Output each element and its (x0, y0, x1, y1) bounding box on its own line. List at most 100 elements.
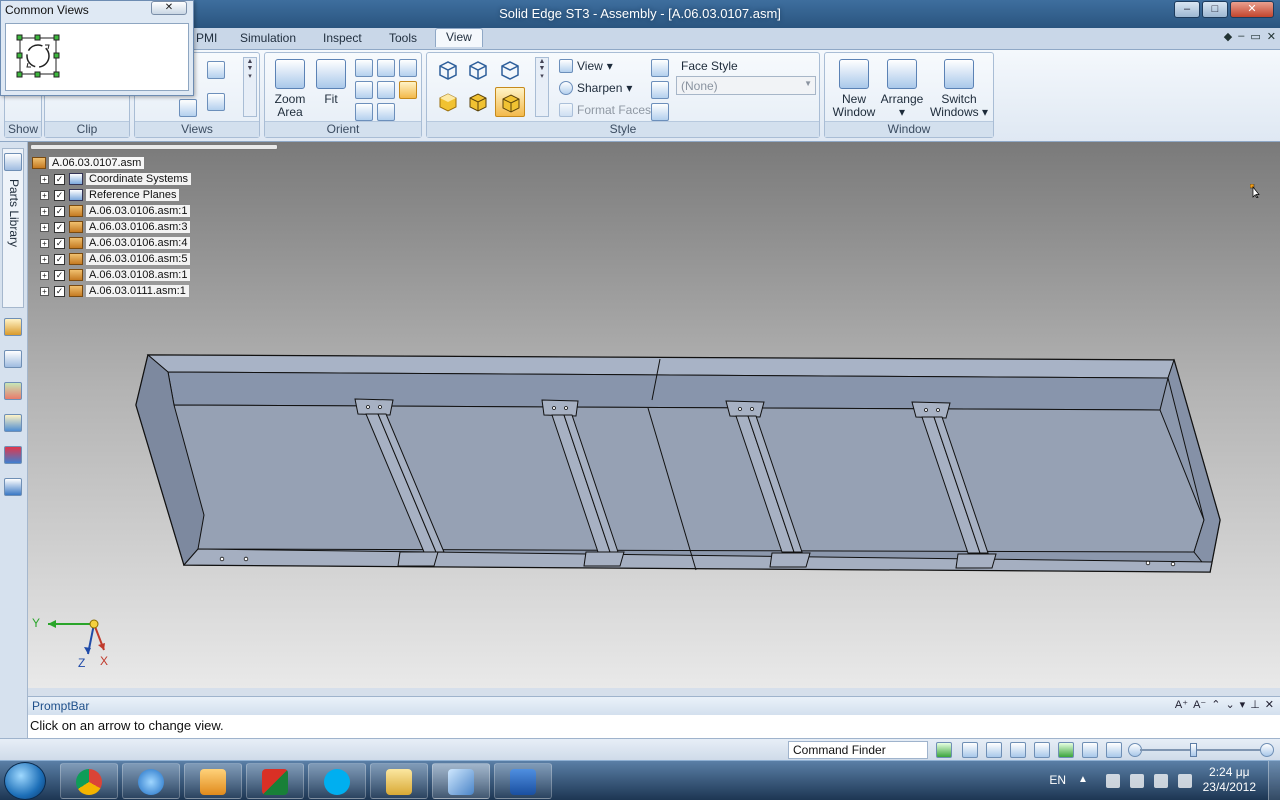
start-button[interactable] (4, 762, 46, 800)
maximize-button[interactable]: □ (1202, 1, 1228, 18)
style-group-label: Style (427, 121, 819, 137)
collapse-icon[interactable]: ⌃ (1211, 698, 1220, 711)
switch-windows-icon (944, 59, 974, 89)
fit-status-icon[interactable] (1010, 742, 1026, 758)
command-finder-input[interactable]: Command Finder (788, 741, 928, 759)
views-group-label: Views (135, 121, 259, 137)
style-icon-c[interactable] (651, 103, 669, 121)
layers-icon[interactable] (4, 350, 22, 368)
dropdown-icon[interactable]: ▾ (1240, 698, 1246, 711)
sharpen-button[interactable]: Sharpen ▾ (559, 81, 632, 95)
arrange-button[interactable]: Arrange ▾ (877, 59, 927, 119)
window-group-label: Window (825, 121, 993, 137)
fit-button[interactable]: Fit (315, 59, 347, 106)
volume-icon[interactable] (1178, 774, 1192, 788)
show-desktop-button[interactable] (1268, 761, 1280, 800)
office-app-icon (262, 769, 288, 795)
promptbar-close-icon[interactable]: ✕ (1265, 698, 1274, 711)
doc-close-icon[interactable]: ✕ (1267, 30, 1276, 43)
skype-taskbar-button[interactable] (308, 763, 366, 799)
dim-wire-icon[interactable] (467, 59, 489, 81)
common-views-icon[interactable] (399, 81, 417, 99)
triad-x-label: X (100, 654, 109, 668)
tab-inspect[interactable]: Inspect (323, 31, 362, 45)
views-icon-1[interactable] (207, 61, 225, 79)
zoom-slider-thumb[interactable] (1190, 743, 1197, 757)
shaded-visible-edges-button[interactable] (495, 87, 525, 117)
orient-icon-3[interactable] (399, 59, 417, 77)
tab-view[interactable]: View (435, 28, 483, 47)
settings-gear-icon[interactable] (4, 478, 22, 496)
views-icon-2[interactable] (179, 99, 197, 117)
solid-edge-taskbar-button[interactable] (432, 763, 490, 799)
media-taskbar-button[interactable] (184, 763, 242, 799)
show-hidden-icons[interactable]: ▲ (1078, 774, 1092, 788)
pan-status-icon[interactable] (1034, 742, 1050, 758)
minimize-button[interactable]: – (1174, 1, 1200, 18)
zoom-area-button[interactable]: Zoom Area (271, 59, 309, 119)
common-views-close-button[interactable]: ✕ (151, 1, 187, 15)
ie-taskbar-button[interactable] (122, 763, 180, 799)
properties-icon[interactable] (4, 414, 22, 432)
pathfinder-icon[interactable] (4, 318, 22, 336)
face-style-label: Face Style (681, 59, 738, 73)
switch-windows-button[interactable]: Switch Windows ▾ (929, 59, 989, 119)
doc-restore-icon[interactable]: ▭ (1250, 30, 1260, 43)
action-center-icon[interactable] (1130, 774, 1144, 788)
tab-tools[interactable]: Tools (389, 31, 417, 45)
display-icon[interactable] (1154, 774, 1168, 788)
zoom-icon[interactable] (355, 59, 373, 77)
tab-pmi[interactable]: PMI (196, 31, 217, 45)
pin-icon[interactable]: ⊥ (1250, 698, 1260, 711)
expand-icon[interactable]: ⌄ (1225, 698, 1234, 711)
style-scroll[interactable]: ▲ ▼ ▾ (535, 57, 549, 117)
rotate-status-icon[interactable] (1058, 742, 1074, 758)
views-status-icon[interactable] (1106, 742, 1122, 758)
fit-label: Fit (324, 92, 338, 106)
view-cube-icon[interactable] (14, 32, 62, 80)
word-taskbar-button[interactable] (494, 763, 552, 799)
zoom-slider-track[interactable] (1140, 749, 1266, 751)
chrome-taskbar-button[interactable] (60, 763, 118, 799)
face-style-select[interactable]: (None) ▼ (676, 76, 816, 95)
common-views-window[interactable]: Common Views ✕ (0, 0, 194, 96)
views-icon-3[interactable] (207, 93, 225, 111)
zoom-in-icon[interactable] (1260, 743, 1274, 757)
view-style-button[interactable]: View ▾ (559, 59, 613, 73)
common-views-title: Common Views (5, 3, 89, 17)
new-window-button[interactable]: New Window (829, 59, 879, 119)
tab-simulation[interactable]: Simulation (240, 31, 296, 45)
clock[interactable]: 2:24 μμ 23/4/2012 (1203, 765, 1256, 795)
graphics-viewport[interactable]: A.06.03.0107.asm + ✓ Coordinate Systems +… (28, 142, 1280, 688)
close-button[interactable]: ✕ (1230, 1, 1274, 18)
network-icon[interactable] (1106, 774, 1120, 788)
language-indicator[interactable]: EN (1049, 773, 1066, 787)
shaded-icon[interactable] (437, 91, 459, 113)
look-at-icon[interactable] (355, 103, 373, 121)
features-icon[interactable] (4, 382, 22, 400)
doc-minimize-icon[interactable]: – (1238, 30, 1244, 43)
parts-library-tab[interactable]: Parts Library (2, 148, 24, 308)
spin-icon[interactable] (377, 81, 395, 99)
explorer-taskbar-button[interactable] (370, 763, 428, 799)
tri-wire-icon[interactable] (499, 59, 521, 81)
format-faces-button[interactable]: Format Faces (559, 103, 651, 117)
shaded-edges-icon[interactable] (467, 91, 489, 113)
refresh-icon[interactable] (936, 742, 952, 758)
font-increase-icon[interactable]: A⁺ (1175, 698, 1188, 711)
views-scroll[interactable]: ▲ ▼ ▾ (243, 57, 257, 117)
help-icon[interactable]: ◆ (1224, 30, 1232, 43)
font-decrease-icon[interactable]: A⁻ (1193, 698, 1206, 711)
style-icon-a[interactable] (651, 59, 669, 77)
view-cube-status-icon[interactable] (1082, 742, 1098, 758)
pan-icon[interactable] (377, 59, 395, 77)
named-views-icon[interactable] (377, 103, 395, 121)
assembly-model[interactable] (28, 142, 1280, 688)
sensors-icon[interactable] (4, 446, 22, 464)
iso-wire-icon[interactable] (437, 59, 459, 81)
app-taskbar-button[interactable] (246, 763, 304, 799)
rotate-icon[interactable] (355, 81, 373, 99)
style-icon-b[interactable] (651, 81, 669, 99)
zoom-status-icon[interactable] (986, 742, 1002, 758)
zoom-area-status-icon[interactable] (962, 742, 978, 758)
